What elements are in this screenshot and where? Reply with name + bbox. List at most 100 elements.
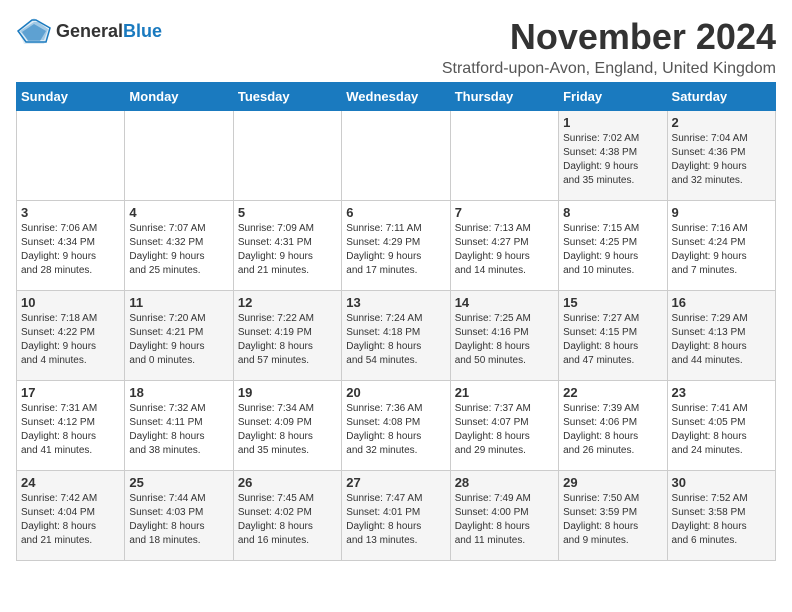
weekday-header-tuesday: Tuesday xyxy=(233,83,341,111)
calendar-day-8: 8 Sunrise: 7:15 AM Sunset: 4:25 PM Daylig… xyxy=(559,201,667,291)
weekday-header-sunday: Sunday xyxy=(17,83,125,111)
header: GeneralBlue November 2024 Stratford-upon… xyxy=(16,16,776,78)
weekday-header-saturday: Saturday xyxy=(667,83,775,111)
logo-text-general: General xyxy=(56,21,123,41)
weekday-header-friday: Friday xyxy=(559,83,667,111)
calendar-week-row: 3 Sunrise: 7:06 AM Sunset: 4:34 PM Daylig… xyxy=(17,201,776,291)
calendar-day-23: 23Sunrise: 7:41 AM Sunset: 4:05 PM Dayli… xyxy=(667,381,775,471)
location-title: Stratford-upon-Avon, England, United Kin… xyxy=(442,60,776,78)
day-info: Sunrise: 7:25 AM Sunset: 4:16 PM Dayligh… xyxy=(455,312,554,368)
calendar-day-24: 24 Sunrise: 7:42 AM Sunset: 4:04 PM Dayli… xyxy=(17,471,125,561)
day-number: 9 xyxy=(672,205,771,220)
day-number: 16 xyxy=(672,295,771,310)
day-number: 8 xyxy=(563,205,662,220)
calendar-day-6: 6 Sunrise: 7:11 AM Sunset: 4:29 PM Daylig… xyxy=(342,201,450,291)
calendar-day-1: 1 Sunrise: 7:02 AM Sunset: 4:38 PM Daylig… xyxy=(559,111,667,201)
day-number: 24 xyxy=(21,475,120,490)
logo-icon xyxy=(16,16,52,46)
logo-text-blue: Blue xyxy=(123,21,162,41)
day-info: Sunrise: 7:39 AM Sunset: 4:06 PM Dayligh… xyxy=(563,402,662,458)
day-number: 19 xyxy=(238,385,337,400)
day-number: 3 xyxy=(21,205,120,220)
weekday-header-monday: Monday xyxy=(125,83,233,111)
day-number: 14 xyxy=(455,295,554,310)
calendar-day-17: 17 Sunrise: 7:31 AM Sunset: 4:12 PM Dayli… xyxy=(17,381,125,471)
day-number: 1 xyxy=(563,115,662,130)
day-info: Sunrise: 7:09 AM Sunset: 4:31 PM Dayligh… xyxy=(238,222,337,278)
day-info: Sunrise: 7:24 AM Sunset: 4:18 PM Dayligh… xyxy=(346,312,445,368)
day-info: Sunrise: 7:52 AM Sunset: 3:58 PM Dayligh… xyxy=(672,492,771,548)
day-info: Sunrise: 7:16 AM Sunset: 4:24 PM Dayligh… xyxy=(672,222,771,278)
day-info: Sunrise: 7:41 AM Sunset: 4:05 PM Dayligh… xyxy=(672,402,771,458)
calendar-week-row: 17 Sunrise: 7:31 AM Sunset: 4:12 PM Dayli… xyxy=(17,381,776,471)
day-info: Sunrise: 7:44 AM Sunset: 4:03 PM Dayligh… xyxy=(129,492,228,548)
day-number: 29 xyxy=(563,475,662,490)
calendar-week-row: 1 Sunrise: 7:02 AM Sunset: 4:38 PM Daylig… xyxy=(17,111,776,201)
day-info: Sunrise: 7:11 AM Sunset: 4:29 PM Dayligh… xyxy=(346,222,445,278)
calendar-day-3: 3 Sunrise: 7:06 AM Sunset: 4:34 PM Daylig… xyxy=(17,201,125,291)
weekday-header-thursday: Thursday xyxy=(450,83,558,111)
day-info: Sunrise: 7:31 AM Sunset: 4:12 PM Dayligh… xyxy=(21,402,120,458)
calendar-day-2: 2Sunrise: 7:04 AM Sunset: 4:36 PM Daylig… xyxy=(667,111,775,201)
calendar-day-27: 27Sunrise: 7:47 AM Sunset: 4:01 PM Dayli… xyxy=(342,471,450,561)
calendar-day-12: 12Sunrise: 7:22 AM Sunset: 4:19 PM Dayli… xyxy=(233,291,341,381)
day-number: 26 xyxy=(238,475,337,490)
calendar-empty-cell xyxy=(17,111,125,201)
day-number: 22 xyxy=(563,385,662,400)
calendar-day-11: 11Sunrise: 7:20 AM Sunset: 4:21 PM Dayli… xyxy=(125,291,233,381)
day-number: 21 xyxy=(455,385,554,400)
day-info: Sunrise: 7:42 AM Sunset: 4:04 PM Dayligh… xyxy=(21,492,120,548)
calendar-day-18: 18 Sunrise: 7:32 AM Sunset: 4:11 PM Dayli… xyxy=(125,381,233,471)
day-info: Sunrise: 7:13 AM Sunset: 4:27 PM Dayligh… xyxy=(455,222,554,278)
month-title: November 2024 xyxy=(442,16,776,58)
day-number: 30 xyxy=(672,475,771,490)
calendar-day-26: 26 Sunrise: 7:45 AM Sunset: 4:02 PM Dayli… xyxy=(233,471,341,561)
day-number: 28 xyxy=(455,475,554,490)
day-info: Sunrise: 7:50 AM Sunset: 3:59 PM Dayligh… xyxy=(563,492,662,548)
calendar-day-14: 14 Sunrise: 7:25 AM Sunset: 4:16 PM Dayli… xyxy=(450,291,558,381)
day-number: 18 xyxy=(129,385,228,400)
calendar-day-19: 19Sunrise: 7:34 AM Sunset: 4:09 PM Dayli… xyxy=(233,381,341,471)
calendar-day-13: 13 Sunrise: 7:24 AM Sunset: 4:18 PM Dayli… xyxy=(342,291,450,381)
day-info: Sunrise: 7:06 AM Sunset: 4:34 PM Dayligh… xyxy=(21,222,120,278)
logo: GeneralBlue xyxy=(16,16,162,46)
calendar-day-16: 16 Sunrise: 7:29 AM Sunset: 4:13 PM Dayli… xyxy=(667,291,775,381)
title-block: November 2024 Stratford-upon-Avon, Engla… xyxy=(442,16,776,78)
day-info: Sunrise: 7:29 AM Sunset: 4:13 PM Dayligh… xyxy=(672,312,771,368)
calendar-empty-cell xyxy=(233,111,341,201)
day-info: Sunrise: 7:04 AM Sunset: 4:36 PM Dayligh… xyxy=(672,132,771,188)
calendar-day-21: 21 Sunrise: 7:37 AM Sunset: 4:07 PM Dayli… xyxy=(450,381,558,471)
day-number: 15 xyxy=(563,295,662,310)
calendar-day-5: 5Sunrise: 7:09 AM Sunset: 4:31 PM Daylig… xyxy=(233,201,341,291)
day-number: 17 xyxy=(21,385,120,400)
day-info: Sunrise: 7:49 AM Sunset: 4:00 PM Dayligh… xyxy=(455,492,554,548)
calendar-table: SundayMondayTuesdayWednesdayThursdayFrid… xyxy=(16,82,776,561)
calendar-week-row: 10Sunrise: 7:18 AM Sunset: 4:22 PM Dayli… xyxy=(17,291,776,381)
calendar-day-30: 30 Sunrise: 7:52 AM Sunset: 3:58 PM Dayli… xyxy=(667,471,775,561)
day-info: Sunrise: 7:07 AM Sunset: 4:32 PM Dayligh… xyxy=(129,222,228,278)
calendar-day-10: 10Sunrise: 7:18 AM Sunset: 4:22 PM Dayli… xyxy=(17,291,125,381)
day-info: Sunrise: 7:18 AM Sunset: 4:22 PM Dayligh… xyxy=(21,312,120,368)
calendar-empty-cell xyxy=(125,111,233,201)
day-number: 6 xyxy=(346,205,445,220)
calendar-day-7: 7 Sunrise: 7:13 AM Sunset: 4:27 PM Daylig… xyxy=(450,201,558,291)
weekday-header-wednesday: Wednesday xyxy=(342,83,450,111)
calendar-day-15: 15 Sunrise: 7:27 AM Sunset: 4:15 PM Dayli… xyxy=(559,291,667,381)
calendar-week-row: 24 Sunrise: 7:42 AM Sunset: 4:04 PM Dayli… xyxy=(17,471,776,561)
day-info: Sunrise: 7:47 AM Sunset: 4:01 PM Dayligh… xyxy=(346,492,445,548)
day-info: Sunrise: 7:15 AM Sunset: 4:25 PM Dayligh… xyxy=(563,222,662,278)
day-info: Sunrise: 7:45 AM Sunset: 4:02 PM Dayligh… xyxy=(238,492,337,548)
day-number: 13 xyxy=(346,295,445,310)
day-info: Sunrise: 7:37 AM Sunset: 4:07 PM Dayligh… xyxy=(455,402,554,458)
day-number: 25 xyxy=(129,475,228,490)
day-info: Sunrise: 7:27 AM Sunset: 4:15 PM Dayligh… xyxy=(563,312,662,368)
day-number: 7 xyxy=(455,205,554,220)
calendar-day-29: 29 Sunrise: 7:50 AM Sunset: 3:59 PM Dayli… xyxy=(559,471,667,561)
calendar-empty-cell xyxy=(342,111,450,201)
day-info: Sunrise: 7:22 AM Sunset: 4:19 PM Dayligh… xyxy=(238,312,337,368)
day-number: 11 xyxy=(129,295,228,310)
calendar-day-22: 22 Sunrise: 7:39 AM Sunset: 4:06 PM Dayli… xyxy=(559,381,667,471)
day-info: Sunrise: 7:32 AM Sunset: 4:11 PM Dayligh… xyxy=(129,402,228,458)
day-info: Sunrise: 7:02 AM Sunset: 4:38 PM Dayligh… xyxy=(563,132,662,188)
day-info: Sunrise: 7:36 AM Sunset: 4:08 PM Dayligh… xyxy=(346,402,445,458)
